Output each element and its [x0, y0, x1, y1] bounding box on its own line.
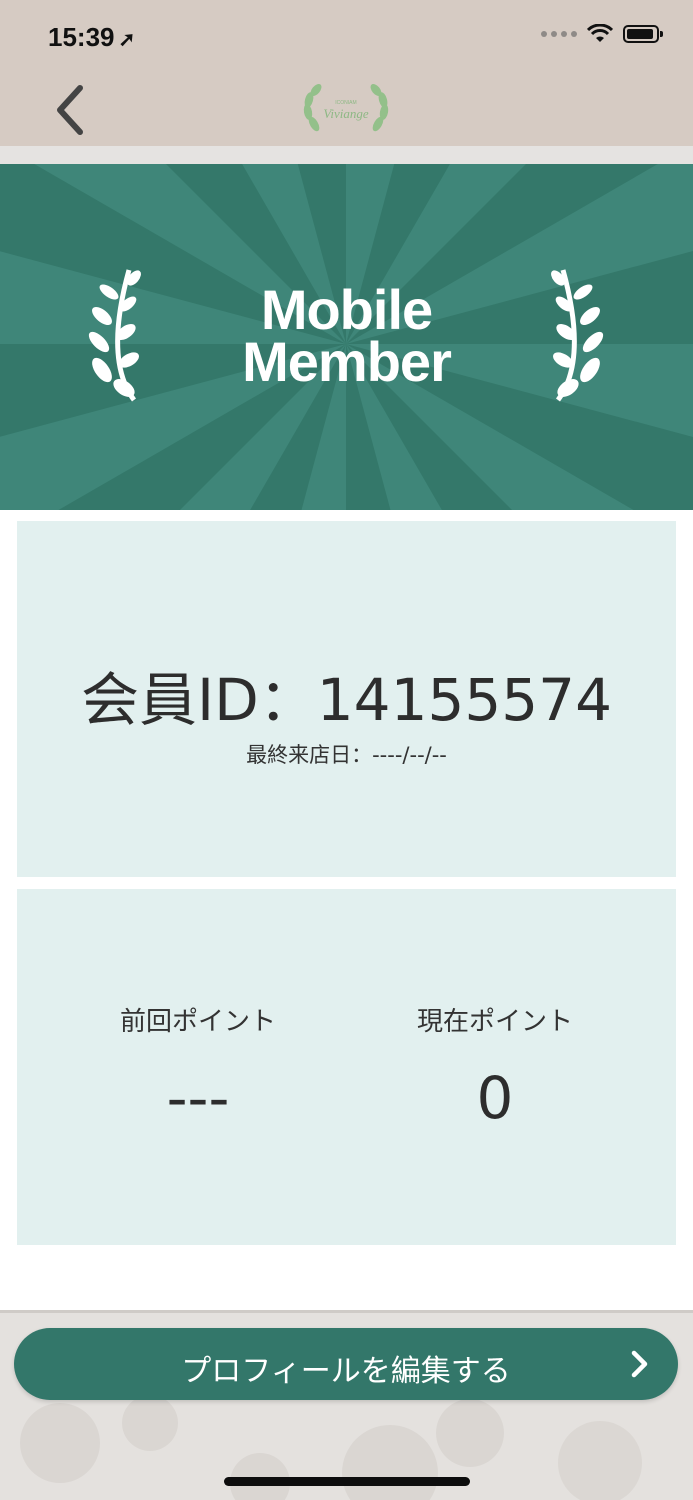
chevron-left-icon — [57, 85, 83, 135]
brand-logo: ICONIAM Viviange — [296, 80, 396, 142]
current-points: 現在ポイント 0 — [330, 1001, 660, 1132]
points-card: 前回ポイント --- 現在ポイント 0 — [17, 889, 676, 1245]
member-id: 会員ID：14155574 — [81, 666, 612, 734]
nav-divider — [0, 146, 693, 164]
banner-title: Mobile Member — [0, 278, 693, 393]
navigation-bar: 15:39 ➚ ICONIAM Viviange — [0, 0, 693, 146]
current-points-label: 現在ポイント — [416, 1007, 573, 1037]
edit-profile-label: プロフィールを編集する — [181, 1354, 511, 1389]
signal-dots-icon — [541, 31, 577, 37]
edit-profile-button[interactable]: プロフィールを編集する — [14, 1328, 678, 1400]
battery-icon — [623, 25, 663, 43]
status-time: 15:39 ➚ — [48, 22, 135, 53]
status-indicators — [541, 24, 663, 44]
previous-points: 前回ポイント --- — [33, 1001, 363, 1132]
status-time-text: 15:39 — [48, 22, 115, 52]
previous-points-value: --- — [166, 1064, 230, 1132]
back-button[interactable] — [50, 82, 100, 138]
current-points-value: 0 — [476, 1064, 514, 1132]
member-id-card: 会員ID：14155574 最終来店日：----/--/-- — [17, 521, 676, 877]
location-arrow-icon: ➚ — [118, 29, 136, 51]
chevron-right-icon — [631, 1350, 648, 1378]
logo-text: Viviange — [323, 106, 369, 121]
banner-title-line2: Member — [242, 330, 452, 393]
previous-points-label: 前回ポイント — [119, 1007, 276, 1037]
home-indicator[interactable] — [224, 1477, 470, 1486]
wifi-icon — [587, 24, 613, 42]
banner-title-line1: Mobile — [260, 278, 433, 341]
last-visit-date: 最終来店日：----/--/-- — [246, 743, 447, 767]
